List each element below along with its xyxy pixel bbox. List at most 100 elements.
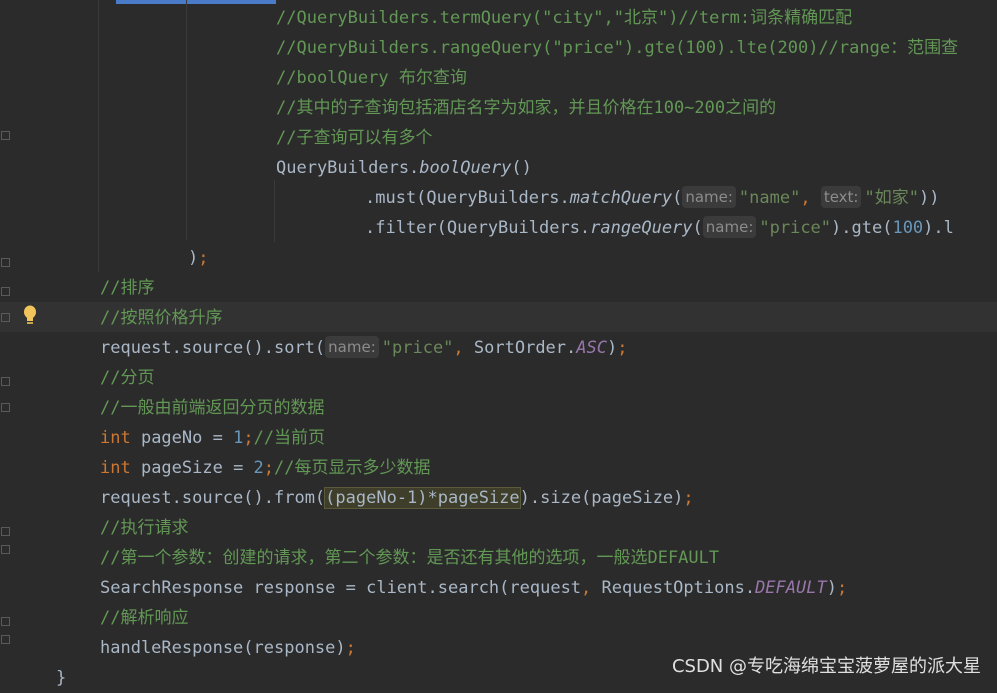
fold-marker-icon[interactable] [1,617,10,626]
fold-marker-icon[interactable] [1,403,10,412]
code-token: ( [692,218,703,238]
code-line[interactable]: int pageSize = 2;//每页显示多少数据 [100,453,431,483]
code-token: } [56,668,67,688]
code-token: 100 [892,218,924,238]
parameter-hint: text: [820,186,862,208]
code-token: rangeQuery [590,218,693,238]
code-comment: //排序 [100,278,155,298]
code-token: 1 [233,428,244,448]
code-token: request.source().sort( [100,338,326,358]
code-token: , [453,338,474,358]
code-line[interactable]: //一般由前端返回分页的数据 [100,393,324,423]
code-token: ; [617,338,628,358]
code-token: (pageNo-1)*pageSize [324,487,521,509]
code-token: )) [918,188,940,208]
code-token: ) [188,248,199,268]
code-line[interactable]: ); [188,243,209,273]
code-token: boolQuery [419,158,512,178]
code-token: ( [672,188,683,208]
parameter-hint: name: [702,216,757,238]
code-token: "name" [738,188,801,208]
code-line[interactable]: int pageNo = 1;//当前页 [100,423,325,453]
fold-marker-icon[interactable] [1,131,10,140]
code-token: ).l [923,218,954,238]
code-token: ; [683,488,694,508]
code-line[interactable]: //解析响应 [100,603,188,633]
code-comment: //QueryBuilders.termQuery("city","北京")//… [276,8,853,28]
code-line[interactable]: //分页 [100,363,154,393]
code-line[interactable]: //子查询可以有多个 [276,123,432,153]
parameter-hint: name: [325,336,379,358]
fold-marker-icon[interactable] [1,377,10,386]
code-line[interactable]: //QueryBuilders.termQuery("city","北京")//… [276,3,852,33]
fold-marker-icon[interactable] [1,545,10,554]
code-line[interactable]: .filter(QueryBuilders.rangeQuery(name: "p… [365,213,954,243]
parameter-hint: name: [682,186,736,208]
code-token: SearchResponse response = client.search(… [100,578,582,598]
code-token: matchQuery [569,188,673,208]
code-line[interactable]: QueryBuilders.boolQuery() [276,153,532,183]
lightbulb-icon[interactable] [22,305,38,327]
code-line[interactable]: } [56,663,66,693]
code-line[interactable]: handleResponse(response); [100,633,356,663]
code-token: .filter(QueryBuilders. [365,218,591,238]
fold-marker-icon[interactable] [1,258,10,267]
code-comment: //boolQuery 布尔查询 [276,68,467,88]
code-line[interactable]: //QueryBuilders.rangeQuery("price").gte(… [276,33,958,63]
code-token: "如家" [864,188,919,208]
code-line[interactable]: .must(QueryBuilders.matchQuery(name: "nam… [365,183,939,213]
code-line[interactable]: SearchResponse response = client.search(… [100,573,847,603]
code-comment: //执行请求 [100,518,189,538]
code-token: ASC [576,338,607,358]
code-token: SortOrder. [473,338,577,358]
code-comment: //按照价格升序 [100,308,223,328]
code-comment: //解析响应 [100,608,189,628]
fold-marker-icon[interactable] [1,287,10,296]
fold-marker-icon[interactable] [1,313,10,322]
code-token: QueryBuilders. [276,158,420,178]
code-token: .must(QueryBuilders. [365,188,570,208]
code-token: ; [836,578,848,598]
code-line[interactable]: //按照价格升序 [100,303,222,333]
code-line[interactable]: //第一个参数：创建的请求，第二个参数：是否还有其他的选项，一般选DEFAULT [100,543,719,573]
code-comment: //一般由前端返回分页的数据 [100,398,325,418]
fold-marker-icon[interactable] [1,635,10,644]
code-token: "price" [759,218,832,238]
fold-marker-icon[interactable] [1,527,10,536]
indent-guide [186,0,187,240]
code-token: handleResponse(response) [100,638,346,658]
code-token: 2 [253,458,264,478]
indent-guide [274,180,275,242]
code-token: ) [606,338,618,358]
code-token: DEFAULT [755,578,827,598]
code-token: pageNo = [140,428,234,448]
code-line[interactable]: //执行请求 [100,513,188,543]
code-line[interactable]: request.source().from((pageNo-1)*pageSiz… [100,483,694,513]
code-token: pageSize = [140,458,254,478]
code-token: ).gte( [831,218,893,238]
code-comment: //当前页 [253,428,326,448]
code-line[interactable]: request.source().sort(name: "price", Sort… [100,333,627,363]
code-token: () [511,158,532,178]
code-token: int [100,428,141,448]
code-token: , [581,578,602,598]
code-comment: //每页显示多少数据 [274,458,431,478]
code-token: RequestOptions. [601,578,756,598]
code-comment: //QueryBuilders.rangeQuery("price").gte(… [276,38,959,58]
code-token: ; [263,458,275,478]
code-comment: //子查询可以有多个 [276,128,433,148]
code-comment: //第一个参数：创建的请求，第二个参数：是否还有其他的选项，一般选DEFAULT [100,548,720,568]
code-comment: //分页 [100,368,155,388]
watermark: CSDN @专吃海绵宝宝菠萝屋的派大星 [671,656,981,677]
code-comment: //其中的子查询包括酒店名字为如家，并且价格在100~200之间的 [276,98,777,118]
indent-guide [98,0,99,272]
code-token: ).size(pageSize) [519,488,684,508]
code-line[interactable]: //boolQuery 布尔查询 [276,63,467,93]
code-line[interactable]: //其中的子查询包括酒店名字为如家，并且价格在100~200之间的 [276,93,776,123]
code-token: "price" [381,338,454,358]
code-line[interactable]: //排序 [100,273,154,303]
code-token: , [800,188,821,208]
scroll-indicator [116,0,276,4]
editor-gutter [0,0,42,687]
code-token: ; [198,248,209,268]
